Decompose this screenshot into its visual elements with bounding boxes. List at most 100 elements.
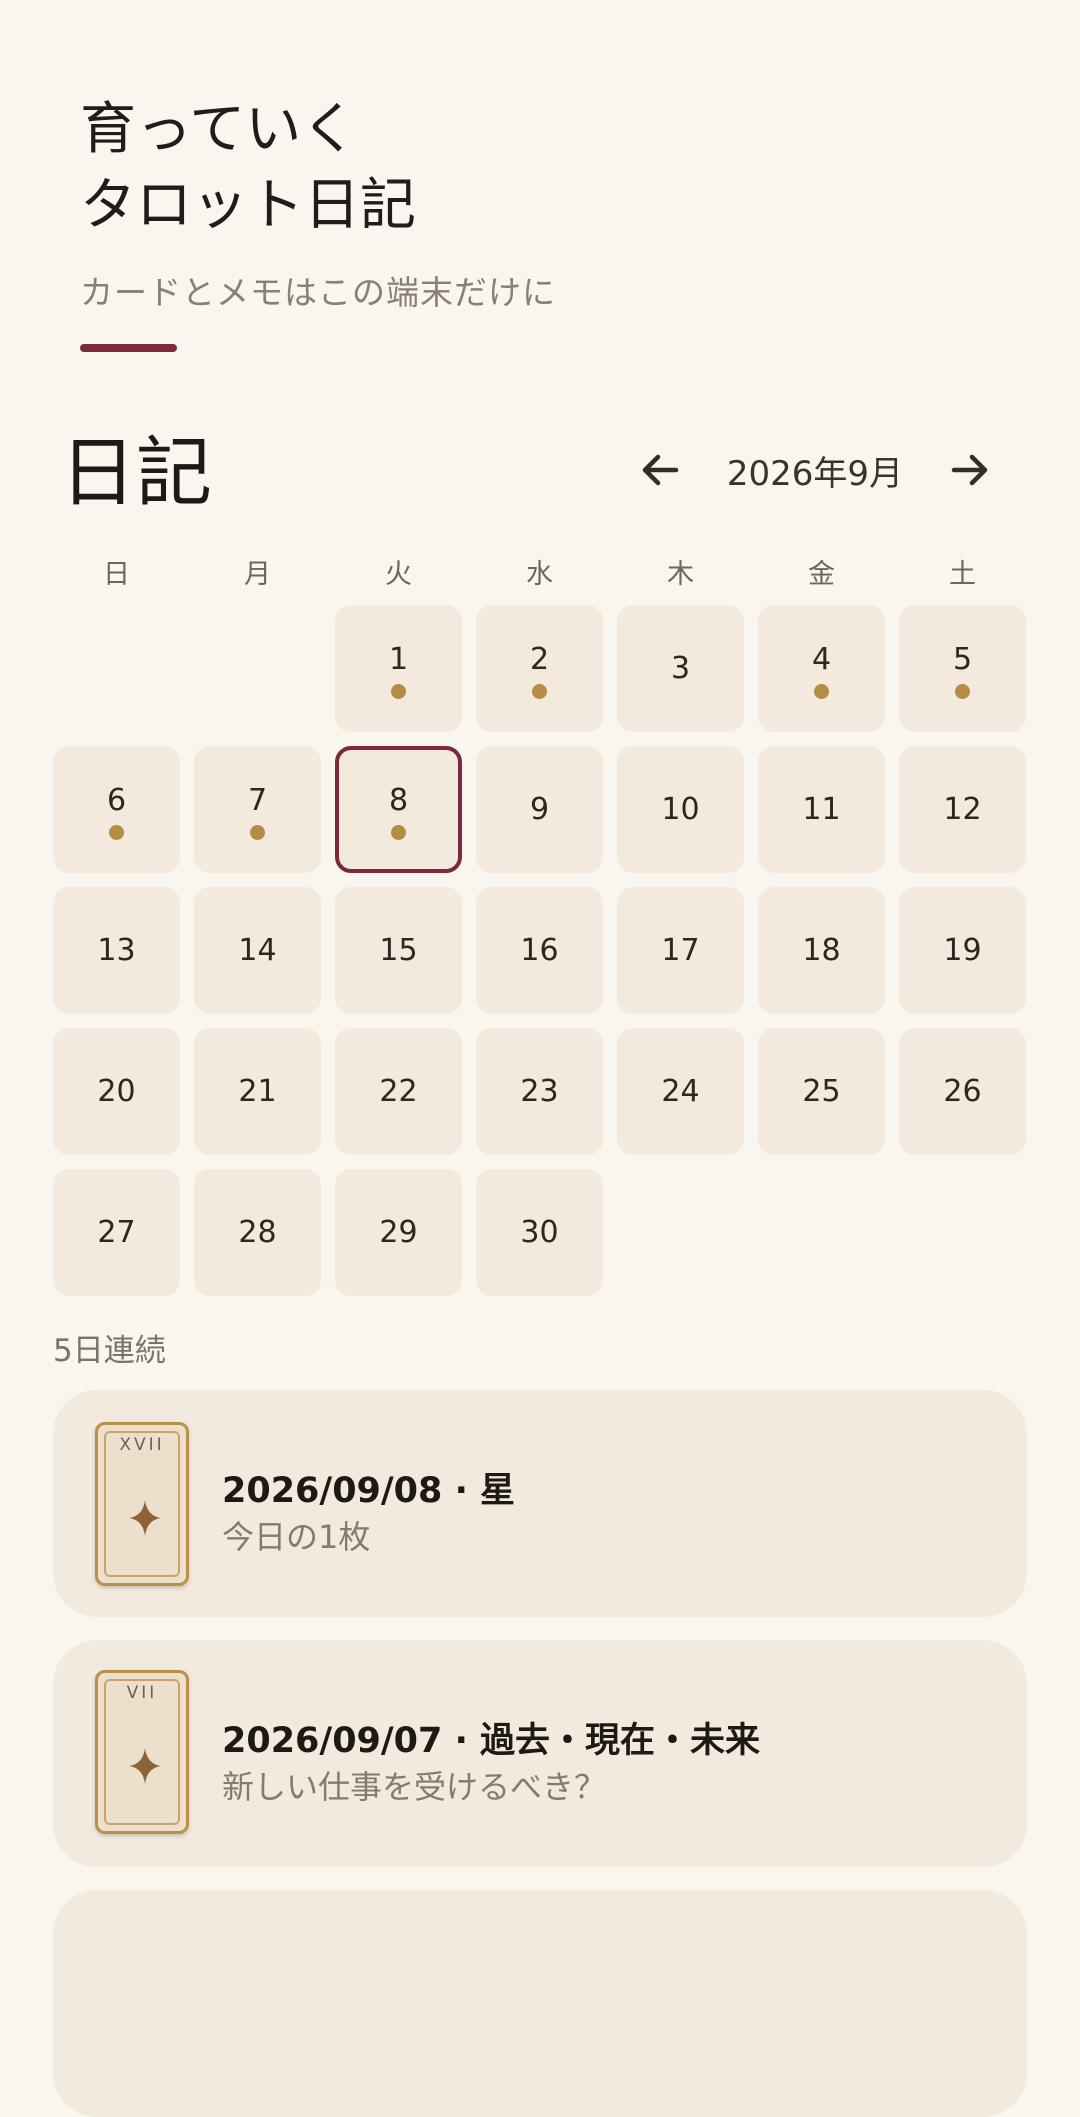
day-number: 6: [106, 783, 127, 818]
day-number: 16: [520, 932, 559, 968]
calendar-day[interactable]: 6: [53, 746, 180, 873]
day-number: 24: [661, 1073, 700, 1109]
day-number: 20: [97, 1073, 136, 1109]
day-number: 22: [379, 1073, 418, 1109]
tarot-card-thumbnail: XVII: [95, 1422, 189, 1586]
day-number: 30: [520, 1214, 559, 1250]
calendar-day[interactable]: 20: [53, 1028, 180, 1155]
calendar-day[interactable]: 21: [194, 1028, 321, 1155]
tarot-card-thumbnail: VII: [95, 1670, 189, 1834]
entry-dot-indicator: [532, 684, 547, 699]
day-number: 14: [238, 932, 277, 968]
diary-entry[interactable]: XVII 2026/09/08 · 星 今日の1枚: [53, 1390, 1027, 1617]
month-label: 2026年9月: [726, 453, 904, 494]
calendar-day[interactable]: 4: [758, 605, 885, 732]
entry-dot-indicator: [391, 825, 406, 840]
calendar-empty-cell: [194, 605, 321, 732]
accent-divider: [80, 344, 177, 352]
card-numeral: XVII: [119, 1435, 165, 1455]
day-number: 18: [802, 932, 841, 968]
entry-subtitle: 新しい仕事を受けるべき？: [222, 1768, 607, 1806]
entry-dot-indicator: [250, 825, 265, 840]
weekday-label: 火: [385, 559, 412, 590]
calendar-day[interactable]: 30: [476, 1169, 603, 1296]
day-number: 28: [238, 1214, 277, 1250]
entry-subtitle: 今日の1枚: [222, 1518, 371, 1556]
month-navigation: 2026年9月: [630, 432, 1000, 508]
calendar-day[interactable]: 24: [617, 1028, 744, 1155]
calendar-grid: 1 2 3 4 5 6 7 8 9 10 11 12 13 14 15 16 17 18 19 20 21 22 23 24 2…: [53, 605, 1027, 1296]
calendar-empty-cell: [53, 605, 180, 732]
weekday-label: 土: [949, 559, 976, 590]
calendar-day[interactable]: 16: [476, 887, 603, 1014]
entry-dot-indicator: [391, 684, 406, 699]
calendar-day[interactable]: 27: [53, 1169, 180, 1296]
calendar-day[interactable]: 11: [758, 746, 885, 873]
day-number: 13: [97, 932, 136, 968]
day-number: 5: [952, 642, 973, 677]
day-number: 19: [943, 932, 982, 968]
diary-entry-partial[interactable]: [53, 1890, 1027, 2117]
prev-month-button[interactable]: [630, 432, 690, 508]
calendar-day[interactable]: 12: [899, 746, 1026, 873]
day-number: 1: [388, 642, 409, 677]
day-number: 25: [802, 1073, 841, 1109]
diary-section-title: 日記: [60, 428, 212, 517]
day-number: 12: [943, 791, 982, 827]
weekday-label: 木: [667, 559, 694, 590]
calendar-day[interactable]: 13: [53, 887, 180, 1014]
calendar-day[interactable]: 7: [194, 746, 321, 873]
weekday-label: 金: [808, 559, 835, 590]
calendar-day[interactable]: 17: [617, 887, 744, 1014]
entry-dot-indicator: [955, 684, 970, 699]
sparkle-icon: [129, 1748, 161, 1784]
day-number: 26: [943, 1073, 982, 1109]
day-number: 7: [247, 783, 268, 818]
day-number: 9: [529, 791, 550, 827]
next-month-button[interactable]: [940, 432, 1000, 508]
day-number: 23: [520, 1073, 559, 1109]
calendar-day-selected[interactable]: 8: [335, 746, 462, 873]
day-number: 27: [97, 1214, 136, 1250]
arrow-right-icon: [951, 454, 988, 486]
entry-dot-indicator: [814, 684, 829, 699]
day-number: 29: [379, 1214, 418, 1250]
day-number: 10: [661, 791, 700, 827]
day-number: 3: [670, 650, 691, 686]
day-number: 8: [388, 783, 409, 818]
day-number: 21: [238, 1073, 277, 1109]
calendar-day[interactable]: 19: [899, 887, 1026, 1014]
calendar-day[interactable]: 5: [899, 605, 1026, 732]
day-number: 17: [661, 932, 700, 968]
calendar-day[interactable]: 29: [335, 1169, 462, 1296]
entry-title: 2026/09/07 · 過去・現在・未来: [222, 1721, 761, 1761]
entry-dot-indicator: [109, 825, 124, 840]
calendar-day[interactable]: 15: [335, 887, 462, 1014]
calendar-day[interactable]: 18: [758, 887, 885, 1014]
day-number: 2: [529, 642, 550, 677]
entry-title: 2026/09/08 · 星: [222, 1471, 516, 1511]
calendar-day[interactable]: 28: [194, 1169, 321, 1296]
day-number: 15: [379, 932, 418, 968]
diary-entry[interactable]: VII 2026/09/07 · 過去・現在・未来 新しい仕事を受けるべき？: [53, 1640, 1027, 1867]
calendar-day[interactable]: 23: [476, 1028, 603, 1155]
arrow-left-icon: [642, 454, 679, 486]
sparkle-icon: [129, 1500, 161, 1536]
weekday-label: 日: [103, 559, 130, 590]
calendar-day[interactable]: 1: [335, 605, 462, 732]
calendar-day[interactable]: 25: [758, 1028, 885, 1155]
calendar-day[interactable]: 2: [476, 605, 603, 732]
card-numeral: VII: [126, 1683, 158, 1703]
calendar-day[interactable]: 3: [617, 605, 744, 732]
app-subtitle: カードとメモはこの端末だけに: [80, 273, 556, 312]
weekday-header: 日 月 火 水 木 金 土: [53, 555, 1027, 595]
weekday-label: 月: [244, 559, 271, 590]
calendar-day[interactable]: 14: [194, 887, 321, 1014]
day-number: 11: [802, 791, 841, 827]
calendar-day[interactable]: 10: [617, 746, 744, 873]
calendar-day[interactable]: 26: [899, 1028, 1026, 1155]
weekday-label: 水: [526, 559, 553, 590]
calendar-day[interactable]: 22: [335, 1028, 462, 1155]
day-number: 4: [811, 642, 832, 677]
calendar-day[interactable]: 9: [476, 746, 603, 873]
